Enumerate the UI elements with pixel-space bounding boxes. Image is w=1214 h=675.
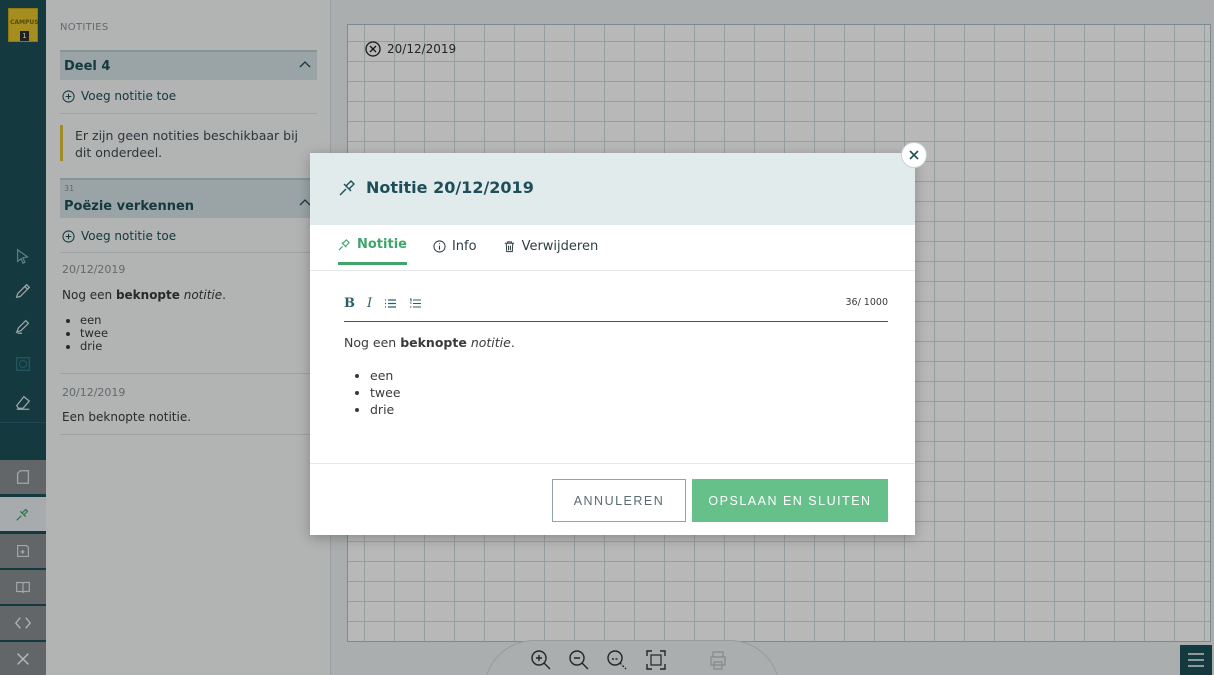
bullet-list-icon[interactable] [384, 298, 397, 309]
modal-close-button[interactable] [901, 142, 927, 168]
editor-bullet-list[interactable]: een twee drie [370, 367, 401, 418]
pin-icon [338, 239, 350, 251]
modal-tabs: Notitie Info Verwijderen [338, 237, 598, 265]
character-counter: 36/ 1000 [845, 297, 889, 308]
bold-button[interactable]: B [344, 296, 355, 311]
tab-label: Info [451, 238, 477, 254]
italic-button[interactable]: I [367, 296, 372, 311]
modal-title: Notitie 20/12/2019 [338, 177, 534, 197]
editor-text[interactable]: Nog een beknopte notitie. [344, 335, 515, 350]
editor-toolbar: B I [344, 296, 422, 311]
list-item: een [370, 367, 401, 384]
note-modal: Notitie 20/12/2019 Notitie Info Verwijde… [310, 153, 915, 535]
close-icon [909, 150, 919, 160]
tab-verwijderen[interactable]: Verwijderen [503, 237, 599, 265]
pin-icon [339, 180, 355, 196]
list-item: twee [370, 384, 401, 401]
list-item: drie [370, 401, 401, 418]
tab-label: Notitie [357, 237, 407, 252]
cancel-button[interactable]: ANNULEREN [552, 479, 686, 522]
modal-title-text: Notitie 20/12/2019 [366, 177, 534, 197]
editor-toolbar-divider [344, 321, 888, 322]
tab-label: Verwijderen [521, 238, 599, 254]
save-and-close-button[interactable]: OPSLAAN EN SLUITEN [692, 479, 888, 522]
numbered-list-icon[interactable] [409, 298, 422, 309]
footer-divider [310, 463, 915, 464]
info-icon [433, 239, 446, 253]
tab-notitie[interactable]: Notitie [338, 237, 407, 265]
tabs-divider [310, 270, 915, 271]
trash-icon [504, 240, 514, 252]
modal-header: Notitie 20/12/2019 [310, 153, 915, 225]
tab-info[interactable]: Info [433, 237, 477, 265]
